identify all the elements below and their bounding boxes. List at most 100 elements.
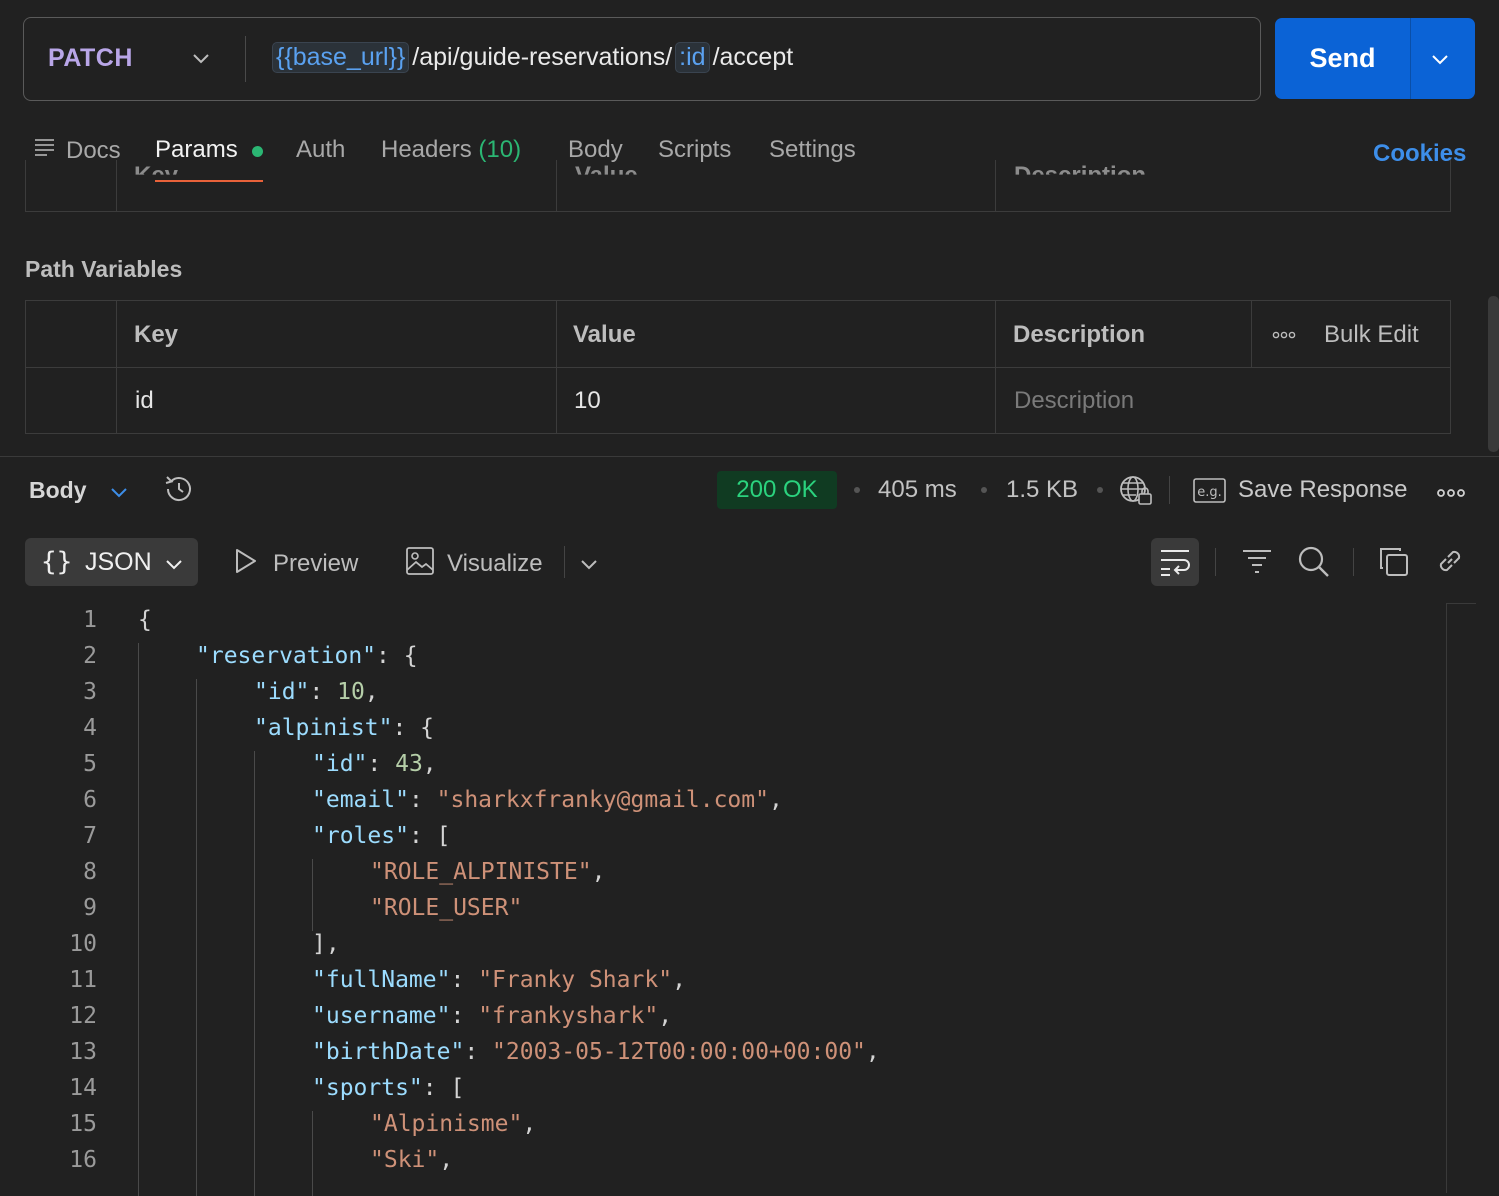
table-column-divider (556, 301, 557, 433)
link-icon[interactable] (1434, 545, 1466, 582)
json-punctuation: , (591, 859, 606, 885)
path-variables-table: Key Value Description Bulk Edit id 10 De… (25, 300, 1451, 434)
code-line[interactable]: "id": 43, (312, 751, 437, 777)
response-size[interactable]: 1.5 KB (1006, 476, 1078, 504)
path-variable-value-cell[interactable]: 10 (574, 387, 601, 415)
code-line[interactable]: "reservation": { (196, 643, 418, 669)
json-punctuation: : (464, 1039, 493, 1065)
example-eg-icon[interactable]: e.g. (1193, 477, 1227, 510)
code-scrollbar[interactable] (1446, 603, 1447, 1193)
base-url-variable[interactable]: {{base_url}} (272, 42, 410, 73)
json-punctuation: , (865, 1039, 880, 1065)
json-punctuation: , (768, 787, 783, 813)
meta-separator-dot (981, 487, 987, 493)
json-string: "frankyshark" (478, 1003, 659, 1029)
table-column-divider (116, 301, 117, 433)
json-punctuation: , (658, 1003, 673, 1029)
chevron-down-icon[interactable] (108, 481, 130, 508)
line-number: 6 (83, 787, 97, 813)
history-icon[interactable] (162, 472, 196, 511)
response-body-label[interactable]: Body (29, 477, 87, 504)
bulk-edit-button[interactable]: Bulk Edit (1324, 321, 1419, 349)
json-punctuation: , (522, 1111, 537, 1137)
json-key: "id" (254, 679, 310, 705)
code-line[interactable]: "roles": [ (312, 823, 450, 849)
line-number: 14 (69, 1075, 97, 1101)
send-button[interactable]: Send (1275, 18, 1475, 99)
more-dots-icon[interactable] (1436, 486, 1466, 504)
more-dots-icon[interactable] (1272, 328, 1296, 346)
send-label[interactable]: Send (1275, 18, 1410, 99)
preview-button[interactable]: Preview (233, 546, 358, 581)
code-line[interactable]: "username": "frankyshark", (312, 1003, 672, 1029)
json-key: "roles" (312, 823, 409, 849)
svg-text:e.g.: e.g. (1197, 485, 1222, 500)
line-number: 8 (83, 859, 97, 885)
id-path-variable[interactable]: :id (675, 42, 710, 73)
save-response-button[interactable]: Save Response (1238, 476, 1407, 504)
response-time[interactable]: 405 ms (878, 476, 957, 504)
line-number: 13 (69, 1039, 97, 1065)
code-line[interactable]: "Ski", (370, 1147, 453, 1173)
globe-lock-icon[interactable] (1118, 474, 1154, 513)
json-string: "ROLE_ALPINISTE" (370, 859, 592, 885)
indent-guide (312, 1111, 313, 1196)
json-punctuation: : (450, 1003, 479, 1029)
json-punctuation: ], (312, 931, 340, 957)
code-line[interactable]: "email": "sharkxfranky@gmail.com", (312, 787, 783, 813)
json-string: "Franky Shark" (478, 967, 673, 993)
table-column-divider (995, 301, 996, 433)
json-punctuation: , (672, 967, 686, 993)
send-split-divider (1410, 18, 1411, 99)
method-select[interactable]: PATCH (48, 44, 133, 73)
code-line[interactable]: "fullName": "Franky Shark", (312, 967, 686, 993)
json-number: 43 (395, 751, 423, 777)
code-line[interactable]: "birthDate": "2003-05-12T00:00:00+00:00"… (312, 1039, 880, 1065)
column-header-key: Key (134, 321, 179, 348)
path-variable-description-cell[interactable]: Description (1014, 387, 1134, 415)
request-scrollbar[interactable] (1488, 296, 1499, 452)
path-variables-title: Path Variables (25, 256, 183, 282)
path-variable-key-cell[interactable]: id (135, 387, 154, 415)
search-icon[interactable] (1297, 545, 1331, 584)
indent-guide (254, 751, 255, 1196)
chevron-down-icon[interactable] (578, 553, 600, 580)
chevron-down-icon (164, 554, 184, 579)
json-key: "email" (312, 787, 409, 813)
line-number: 4 (83, 715, 97, 741)
json-key: "username" (312, 1003, 451, 1029)
meta-separator-dot (854, 487, 860, 493)
json-punctuation: : { (376, 643, 418, 669)
code-line[interactable]: "id": 10, (254, 679, 379, 705)
filter-icon[interactable] (1241, 546, 1273, 581)
code-line[interactable]: "ROLE_ALPINISTE", (370, 859, 605, 885)
toolbar-divider (1353, 548, 1354, 576)
code-line[interactable]: { (138, 607, 152, 633)
toolbar-divider (564, 546, 565, 578)
meta-divider (1169, 476, 1170, 504)
code-line[interactable]: "Alpinisme", (370, 1111, 536, 1137)
column-header-description: Description (1013, 321, 1146, 348)
format-select-json[interactable]: {} JSON (25, 538, 198, 586)
copy-icon[interactable] (1378, 546, 1410, 583)
json-punctuation: : (367, 751, 396, 777)
wrap-lines-icon (1159, 547, 1191, 582)
chevron-down-icon[interactable] (190, 47, 212, 74)
pane-divider[interactable] (0, 456, 1499, 457)
column-header-value: Value (573, 321, 636, 348)
code-line[interactable]: "sports": [ (312, 1075, 464, 1101)
chevron-down-icon[interactable] (1429, 48, 1451, 75)
json-string: "ROLE_USER" (370, 895, 523, 921)
wrap-lines-toggle[interactable] (1151, 538, 1199, 586)
code-line[interactable]: "ROLE_USER" (370, 895, 522, 921)
code-line[interactable]: ], (312, 931, 340, 957)
url-divider (245, 36, 246, 82)
response-code-viewer[interactable]: 1{2 "reservation": {3 "id": 10, 4 "alpinist"… (0, 603, 1499, 1196)
url-input[interactable]: {{base_url}} /api/guide-reservations/ :i… (272, 42, 793, 73)
status-badge[interactable]: 200 OK (717, 471, 837, 509)
code-line[interactable]: "alpinist": { (254, 715, 434, 741)
line-number: 1 (83, 607, 97, 633)
visualize-button[interactable]: Visualize (405, 546, 543, 581)
toolbar-divider (1215, 548, 1216, 576)
json-punctuation: : (309, 679, 338, 705)
